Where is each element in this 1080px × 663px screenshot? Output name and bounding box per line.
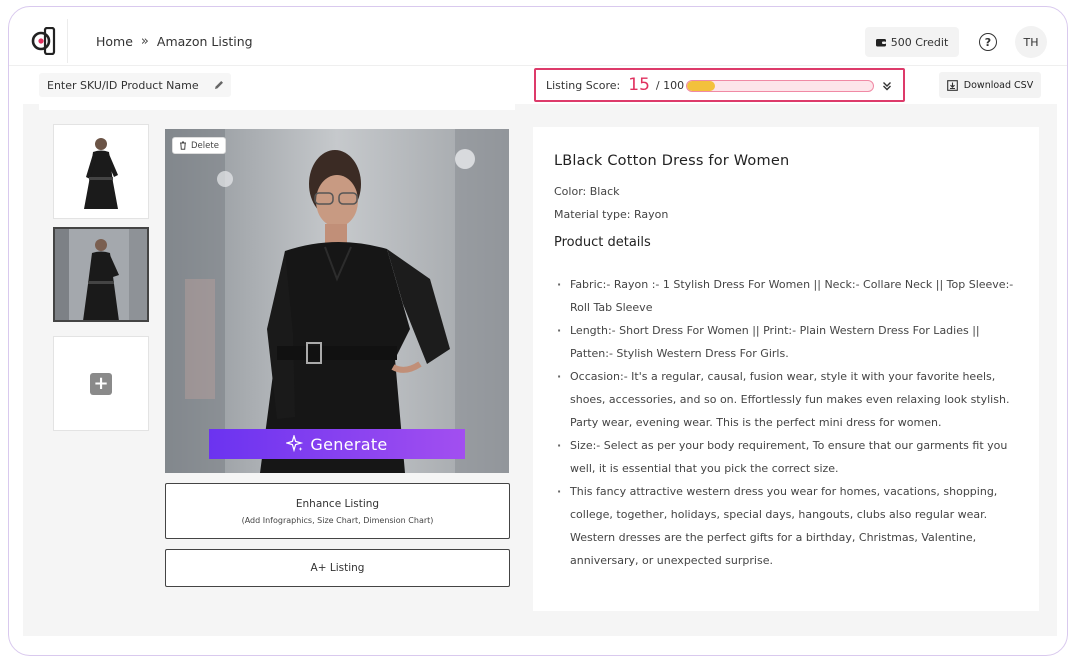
trash-icon <box>180 141 186 150</box>
top-nav: Home » Amazon Listing 500 Credit ? TH <box>9 7 1067 65</box>
main-top-strip <box>39 104 515 110</box>
sku-placeholder: Enter SKU/ID Product Name <box>47 78 199 92</box>
generate-button[interactable]: Generate <box>209 429 465 459</box>
list-item: Size:- Select as per your body requireme… <box>555 434 1015 480</box>
enhance-listing-title: Enhance Listing <box>295 497 380 510</box>
download-icon <box>946 79 958 91</box>
thumbnail-2[interactable] <box>53 227 149 322</box>
product-material: Material type: Rayon <box>554 208 669 221</box>
product-title: LBlack Cotton Dress for Women <box>554 153 790 169</box>
download-label: Download CSV <box>963 79 1034 91</box>
double-chevron-down-icon[interactable] <box>881 80 893 92</box>
credit-button[interactable]: 500 Credit <box>865 27 959 57</box>
enhance-listing-subtitle: (Add Infographics, Size Chart, Dimension… <box>241 515 434 525</box>
product-details-panel: LBlack Cotton Dress for Women Color: Bla… <box>533 127 1039 611</box>
product-thumbnail-image <box>56 126 146 217</box>
wallet-icon <box>875 38 886 46</box>
list-item: Length:- Short Dress For Women || Print:… <box>555 319 1015 365</box>
score-value: 15 <box>628 75 650 95</box>
sku-input[interactable]: Enter SKU/ID Product Name <box>39 73 231 97</box>
list-item: Occasion:- It's a regular, causal, fusio… <box>555 365 1015 434</box>
score-total: / 100 <box>655 78 685 92</box>
plus-icon: + <box>90 372 112 395</box>
details-heading: Product details <box>554 235 651 250</box>
list-item: This fancy attractive western dress you … <box>555 480 1015 572</box>
delete-label: Delete <box>191 140 219 151</box>
score-progress-fill <box>687 81 715 91</box>
download-csv-button[interactable]: Download CSV <box>939 72 1041 98</box>
breadcrumb-separator: » <box>140 34 149 49</box>
main-product-image: Delete Generate <box>165 129 509 473</box>
product-color: Color: Black <box>554 185 620 198</box>
enhance-listing-button[interactable]: Enhance Listing (Add Infographics, Size … <box>165 483 510 539</box>
avatar[interactable]: TH <box>1015 26 1047 58</box>
delete-button[interactable]: Delete <box>172 137 226 154</box>
pencil-icon[interactable] <box>213 79 225 91</box>
logo-divider <box>67 19 68 63</box>
aplus-listing-button[interactable]: A+ Listing <box>165 549 510 587</box>
generate-label: Generate <box>310 434 388 454</box>
list-item: Fabric:- Rayon :- 1 Stylish Dress For Wo… <box>555 273 1015 319</box>
thumbnail-1[interactable] <box>53 124 149 219</box>
score-label: Listing Score: <box>546 78 621 92</box>
score-progress-bar <box>686 80 874 92</box>
sparkle-icon <box>286 435 304 453</box>
listing-score[interactable]: Listing Score: 15 / 100 <box>534 68 905 102</box>
product-bullet-list: Fabric:- Rayon :- 1 Stylish Dress For Wo… <box>555 273 1015 572</box>
credit-label: 500 Credit <box>890 35 949 49</box>
main-content: + Delete Generate Enhance Listing (Add I… <box>23 104 1057 636</box>
breadcrumb-current: Amazon Listing <box>156 34 253 49</box>
product-photo <box>165 129 509 473</box>
breadcrumb-home[interactable]: Home <box>96 34 133 49</box>
app-window: Home » Amazon Listing 500 Credit ? TH En… <box>8 6 1068 656</box>
help-icon[interactable]: ? <box>979 33 997 51</box>
add-image-button[interactable]: + <box>53 336 149 431</box>
toolbar-divider <box>9 65 1067 66</box>
product-thumbnail-image <box>55 229 147 320</box>
app-logo-icon[interactable] <box>31 27 57 55</box>
breadcrumb: Home » Amazon Listing <box>96 34 253 49</box>
